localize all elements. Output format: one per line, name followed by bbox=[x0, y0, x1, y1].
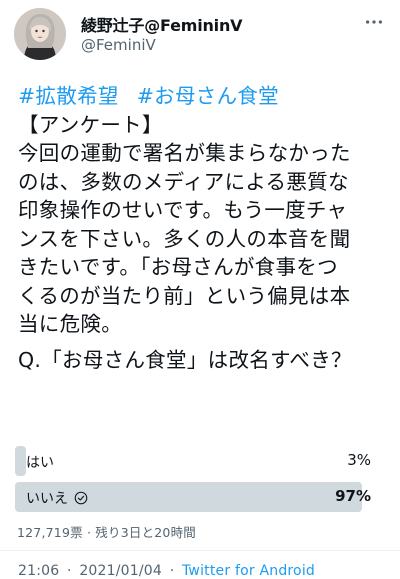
tweet-line: 今回の運動で署名が集まらなかった bbox=[18, 141, 351, 165]
tweet-date[interactable]: 2021/01/04 bbox=[79, 563, 162, 579]
separator: · bbox=[67, 563, 72, 579]
more-options-icon bbox=[365, 20, 383, 24]
poll-question: Q.「お母さん食堂」は改名すべき？ bbox=[18, 347, 352, 372]
tweet-header: 綾野辻子@FemininV @FeminiV bbox=[0, 0, 400, 72]
separator: · bbox=[169, 563, 175, 579]
tweet-line: 印象操作のせいです。もう一度チャ bbox=[18, 198, 348, 222]
profile-photo-icon bbox=[14, 8, 66, 60]
poll-option-text: はい bbox=[26, 455, 54, 471]
hashtag-link[interactable]: #拡散希望 bbox=[18, 84, 119, 108]
tweet-line: 【アンケート】 bbox=[18, 112, 163, 137]
hashtag-line: #拡散希望 #お母さん食堂 bbox=[18, 82, 388, 111]
poll-bar bbox=[15, 446, 26, 476]
source-link[interactable]: Twitter for Android bbox=[182, 563, 315, 579]
poll: はい 3% いいえ 97% bbox=[15, 446, 373, 518]
user-handle[interactable]: @FeminiV bbox=[81, 36, 156, 54]
poll-option-label: いいえ bbox=[26, 488, 88, 508]
avatar[interactable] bbox=[14, 8, 66, 60]
tweet-line: ンスを下さい。多くの人の本音を聞 bbox=[18, 226, 351, 251]
poll-option-yes: はい 3% bbox=[15, 446, 373, 476]
tweet-line: 当に危険。 bbox=[18, 312, 122, 336]
poll-option-text: いいえ bbox=[26, 491, 68, 507]
tweet-line: くるのが当たり前」という偏見は本 bbox=[18, 283, 351, 308]
tweet-text: #拡散希望 #お母さん食堂 【アンケート】 今回の運動で署名が集まらなかった のは… bbox=[18, 82, 388, 374]
poll-option-percent: 3% bbox=[347, 451, 371, 469]
more-options-button[interactable] bbox=[356, 4, 392, 40]
poll-option-label: はい bbox=[26, 452, 54, 472]
tweet-time[interactable]: 21:06 bbox=[18, 563, 59, 579]
check-circle-icon bbox=[74, 491, 88, 505]
divider bbox=[0, 550, 400, 551]
tweet-line: のは、多数のメディアによる悪質な bbox=[18, 169, 349, 194]
poll-option-no: いいえ 97% bbox=[15, 482, 373, 512]
display-name[interactable]: 綾野辻子@FemininV bbox=[81, 12, 243, 36]
poll-option-percent: 97% bbox=[335, 487, 371, 505]
tweet-line: きたいです。「お母さんが食事をつ bbox=[18, 255, 338, 279]
hashtag-link[interactable]: #お母さん食堂 bbox=[137, 84, 279, 108]
tweet-timestamp: 21:06 · 2021/01/04 · Twitter for Android bbox=[18, 563, 315, 579]
poll-meta: 127,719票 · 残り3日と20時間 bbox=[17, 525, 196, 540]
